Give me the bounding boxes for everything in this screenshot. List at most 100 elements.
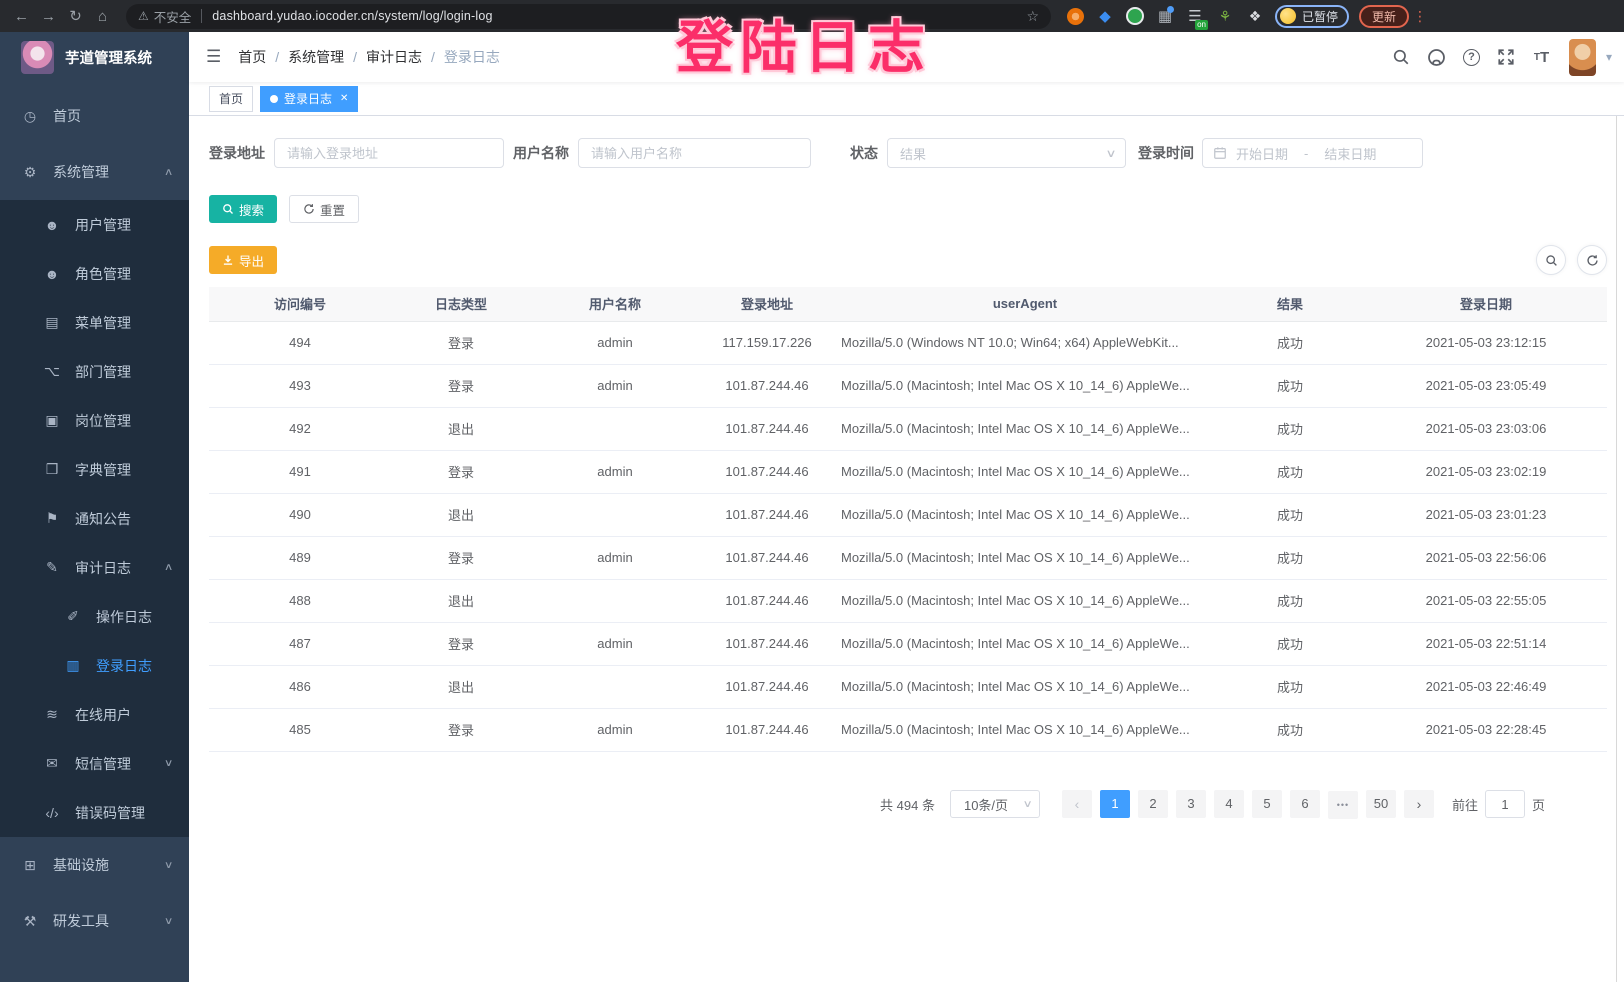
extension-orange-icon[interactable] xyxy=(1065,6,1085,26)
search-icon[interactable] xyxy=(1386,37,1417,77)
login-address-input[interactable] xyxy=(274,138,504,168)
scrollbar-track[interactable] xyxy=(1616,116,1617,982)
browser-menu-icon[interactable]: ⋮ xyxy=(1413,8,1427,25)
login-time-range-picker[interactable]: 开始日期 - 结束日期 xyxy=(1202,138,1423,168)
page-size-select[interactable]: 10条/页 ∨ xyxy=(950,790,1040,818)
fullscreen-icon[interactable] xyxy=(1491,37,1522,77)
table-row[interactable]: 487登录admin101.87.244.46Mozilla/5.0 (Maci… xyxy=(209,622,1607,665)
tag-close-icon[interactable]: ✕ xyxy=(340,93,348,104)
table-row[interactable]: 485登录admin101.87.244.46Mozilla/5.0 (Maci… xyxy=(209,708,1607,751)
extension-diamond-icon[interactable]: ◆ xyxy=(1095,6,1115,26)
reset-button[interactable]: 重置 xyxy=(289,195,359,223)
page-button-2[interactable]: 2 xyxy=(1138,790,1168,818)
sidebar-item-role-mgmt[interactable]: ☻角色管理 xyxy=(0,249,189,298)
cell-login-date: 2021-05-03 22:56:06 xyxy=(1365,536,1607,579)
date-range-separator: - xyxy=(1304,146,1308,161)
table-row[interactable]: 490退出101.87.244.46Mozilla/5.0 (Macintosh… xyxy=(209,493,1607,536)
font-size-icon[interactable]: TT xyxy=(1526,37,1557,77)
pager-more-icon[interactable]: ••• xyxy=(1328,791,1358,819)
table-row[interactable]: 488退出101.87.244.46Mozilla/5.0 (Macintosh… xyxy=(209,579,1607,622)
username-input[interactable] xyxy=(578,138,811,168)
extensions-puzzle-icon[interactable]: ❖ xyxy=(1245,6,1265,26)
browser-back-icon[interactable]: ← xyxy=(8,8,35,25)
export-button[interactable]: 导出 xyxy=(209,246,277,274)
sidebar-item-errcode-mgmt[interactable]: ‹/›错误码管理 xyxy=(0,788,189,837)
extension-green-icon[interactable] xyxy=(1125,6,1145,26)
cell-result: 成功 xyxy=(1215,364,1365,407)
browser-home-icon[interactable]: ⌂ xyxy=(89,8,116,25)
table-row[interactable]: 493登录admin101.87.244.46Mozilla/5.0 (Maci… xyxy=(209,364,1607,407)
sidebar-item-online-users[interactable]: ≋在线用户 xyxy=(0,690,189,739)
refresh-table-button[interactable] xyxy=(1577,245,1607,275)
sidebar-menu: ◷首页⚙系统管理∧☻用户管理☻角色管理▤菜单管理⌥部门管理▣岗位管理❒字典管理⚑… xyxy=(0,82,189,949)
browser-reload-icon[interactable]: ↻ xyxy=(62,7,89,25)
cell-result: 成功 xyxy=(1215,321,1365,364)
url-text[interactable]: dashboard.yudao.iocoder.cn/system/log/lo… xyxy=(212,9,492,23)
sidebar-item-menu-mgmt[interactable]: ▤菜单管理 xyxy=(0,298,189,347)
reset-button-label: 重置 xyxy=(320,200,345,219)
gear-icon: ⚙ xyxy=(21,164,39,181)
goto-page: 前往 页 xyxy=(1452,790,1545,818)
cell-useragent: Mozilla/5.0 (Macintosh; Intel Mac OS X 1… xyxy=(835,622,1215,665)
sidebar-item-dept-mgmt[interactable]: ⌥部门管理 xyxy=(0,347,189,396)
search-button[interactable]: 搜索 xyxy=(209,195,277,223)
table-row[interactable]: 491登录admin101.87.244.46Mozilla/5.0 (Maci… xyxy=(209,450,1607,493)
sidebar-item-post-mgmt[interactable]: ▣岗位管理 xyxy=(0,396,189,445)
sidebar-item-user-mgmt[interactable]: ☻用户管理 xyxy=(0,200,189,249)
megaphone-icon: ⚑ xyxy=(43,510,61,527)
table-row[interactable]: 494登录admin117.159.17.226Mozilla/5.0 (Win… xyxy=(209,321,1607,364)
login-log-table: 访问编号日志类型用户名称登录地址userAgent结果登录日期 494登录adm… xyxy=(209,287,1607,752)
toggle-search-button[interactable] xyxy=(1536,245,1566,275)
sidebar-item-notice[interactable]: ⚑通知公告 xyxy=(0,494,189,543)
page-button-3[interactable]: 3 xyxy=(1176,790,1206,818)
extension-tabs-icon[interactable]: ☰on xyxy=(1185,6,1205,26)
bookmark-star-icon[interactable]: ☆ xyxy=(1026,8,1039,25)
not-secure-label[interactable]: 不安全 xyxy=(154,7,192,26)
code-icon: ‹/› xyxy=(43,805,61,821)
page-button-5[interactable]: 5 xyxy=(1252,790,1282,818)
sidebar-item-login-log[interactable]: ▥登录日志 xyxy=(0,641,189,690)
table-row[interactable]: 489登录admin101.87.244.46Mozilla/5.0 (Maci… xyxy=(209,536,1607,579)
sidebar-item-home[interactable]: ◷首页 xyxy=(0,88,189,144)
page-button-4[interactable]: 4 xyxy=(1214,790,1244,818)
profile-paused-badge[interactable]: 已暂停 xyxy=(1275,5,1349,28)
github-icon[interactable] xyxy=(1421,37,1452,77)
tag-home[interactable]: 首页 xyxy=(209,86,253,112)
user-avatar[interactable] xyxy=(1569,39,1596,76)
page-button-6[interactable]: 6 xyxy=(1290,790,1320,818)
help-icon[interactable]: ? xyxy=(1456,37,1487,77)
tag-login-log[interactable]: 登录日志✕ xyxy=(260,86,358,112)
sidebar-logo[interactable]: 芋道管理系统 xyxy=(0,32,189,82)
sidebar-item-sms-mgmt[interactable]: ✉短信管理∨ xyxy=(0,739,189,788)
extension-plant-icon[interactable]: ⚘ xyxy=(1215,6,1235,26)
page-button-50[interactable]: 50 xyxy=(1366,790,1396,818)
hamburger-icon[interactable]: ☰ xyxy=(189,47,238,67)
cell-useragent: Mozilla/5.0 (Macintosh; Intel Mac OS X 1… xyxy=(835,665,1215,708)
cell-id: 491 xyxy=(209,450,391,493)
page-button-1[interactable]: 1 xyxy=(1100,790,1130,818)
avatar-caret-icon[interactable]: ▾ xyxy=(1606,50,1612,64)
status-select[interactable]: 结果 ∨ xyxy=(887,138,1126,168)
sidebar-item-system-mgmt[interactable]: ⚙系统管理∧ xyxy=(0,144,189,200)
extension-grid-icon[interactable]: ▦ xyxy=(1155,6,1175,26)
table-row[interactable]: 486退出101.87.244.46Mozilla/5.0 (Macintosh… xyxy=(209,665,1607,708)
browser-forward-icon[interactable]: → xyxy=(35,8,62,25)
prev-page-button[interactable]: ‹ xyxy=(1062,790,1092,818)
goto-page-input[interactable] xyxy=(1485,790,1525,818)
breadcrumb-item[interactable]: 首页 xyxy=(238,47,266,67)
cell-login-date: 2021-05-03 23:01:23 xyxy=(1365,493,1607,536)
sidebar-item-infrastructure[interactable]: ⊞基础设施∨ xyxy=(0,837,189,893)
font-large-glyph: T xyxy=(1540,49,1549,66)
next-page-button[interactable]: › xyxy=(1404,790,1434,818)
login-log-icon: ▥ xyxy=(64,657,82,674)
browser-update-button[interactable]: 更新 xyxy=(1359,5,1409,28)
breadcrumb-item[interactable]: 审计日志 xyxy=(366,47,422,67)
sidebar-item-dev-tools[interactable]: ⚒研发工具∨ xyxy=(0,893,189,949)
sidebar-item-dict-mgmt[interactable]: ❒字典管理 xyxy=(0,445,189,494)
cell-id: 489 xyxy=(209,536,391,579)
table-row[interactable]: 492退出101.87.244.46Mozilla/5.0 (Macintosh… xyxy=(209,407,1607,450)
cell-username xyxy=(531,579,699,622)
breadcrumb-item[interactable]: 系统管理 xyxy=(288,47,344,67)
sidebar-item-audit-log[interactable]: ✎审计日志∧ xyxy=(0,543,189,592)
sidebar-item-operate-log[interactable]: ✐操作日志 xyxy=(0,592,189,641)
